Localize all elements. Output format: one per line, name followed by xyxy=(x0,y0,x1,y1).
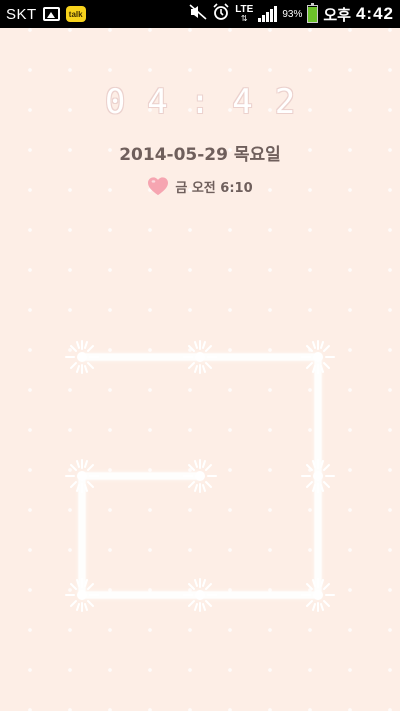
pattern-dot-9[interactable] xyxy=(301,578,335,612)
ampm-label: 오후 xyxy=(323,6,351,24)
gallery-icon xyxy=(42,7,60,21)
status-bar: SKT talk LTE ⇅ 93% 오후 4:42 xyxy=(0,0,400,28)
pattern-dot-7[interactable] xyxy=(65,578,99,612)
battery-percent: 93% xyxy=(282,8,303,20)
status-time: 4:42 xyxy=(355,4,394,23)
pattern-dot-1[interactable] xyxy=(65,340,99,374)
pattern-grid[interactable] xyxy=(48,322,354,628)
battery-fill xyxy=(308,7,318,22)
heart-icon xyxy=(148,177,169,196)
next-alarm-text: 금 오전 6:10 xyxy=(175,180,253,196)
silent-mode-icon xyxy=(189,4,207,24)
lte-icon: LTE ⇅ xyxy=(235,4,254,24)
pattern-dot-6[interactable] xyxy=(301,459,335,493)
pattern-dot-8[interactable] xyxy=(183,578,217,612)
pattern-dot-2[interactable] xyxy=(183,340,217,374)
signal-icon xyxy=(258,6,278,22)
next-alarm: 금 오전 6:10 xyxy=(0,176,400,196)
pattern-dot-4[interactable] xyxy=(65,459,99,493)
pattern-dot-3[interactable] xyxy=(301,340,335,374)
pattern-lock[interactable] xyxy=(48,322,354,628)
pattern-dot-5[interactable] xyxy=(183,459,217,493)
carrier-name: SKT xyxy=(6,5,37,23)
battery-icon xyxy=(307,3,319,23)
lock-date: 2014-05-29 목요일 xyxy=(119,145,281,165)
lock-clock: 04:42 xyxy=(104,82,318,122)
alarm-icon xyxy=(212,3,230,25)
kakaotalk-icon: talk xyxy=(65,6,86,22)
